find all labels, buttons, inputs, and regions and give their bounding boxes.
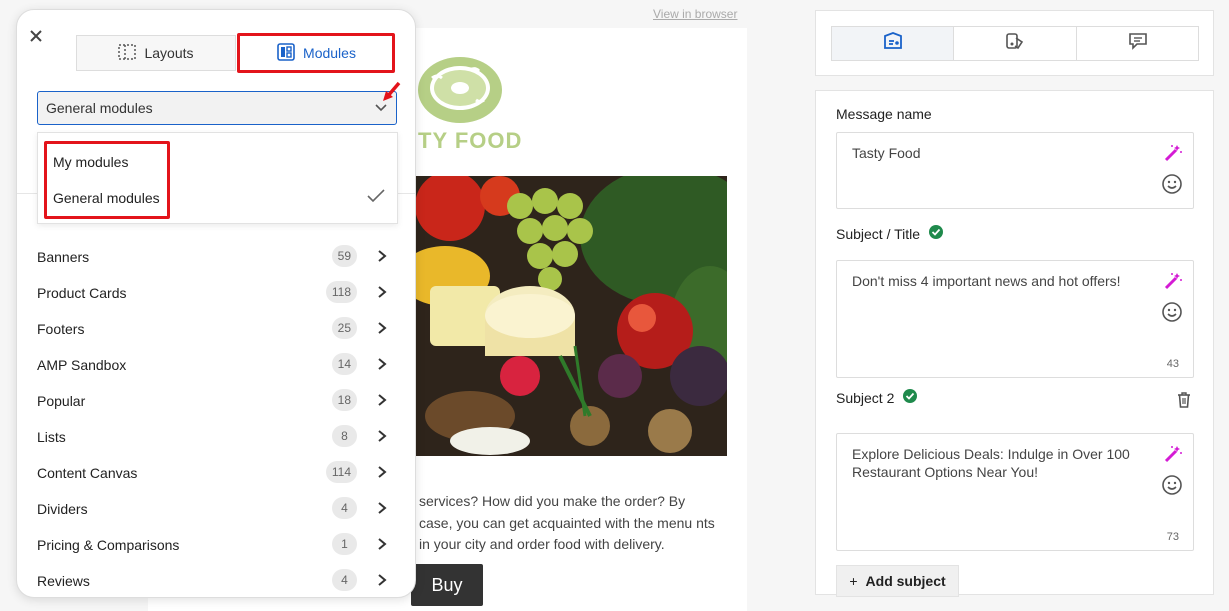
email-body-text: services? How did you make the order? By… [419,493,715,552]
message-name-label: Message name [836,106,932,122]
check-circle-icon [928,224,944,243]
emoji-icon[interactable] [1161,301,1183,323]
layouts-icon [118,43,137,63]
tab-layouts[interactable]: Layouts [76,35,236,71]
emoji-icon[interactable] [1161,173,1183,195]
count-badge: 1 [332,533,357,555]
dropdown-option-general-modules[interactable]: General modules [53,190,160,206]
category-item[interactable]: Footers 25 [37,311,397,347]
close-icon[interactable] [27,27,45,45]
message-card-icon [883,32,903,55]
module-source-select[interactable]: General modules [37,91,397,125]
chevron-right-icon [377,429,387,443]
count-badge: 14 [331,353,357,375]
category-item[interactable]: AMP Sandbox 14 [37,347,397,383]
tab-layouts-label: Layouts [144,45,194,61]
plus-icon: + [849,573,858,589]
highlight-dropdown-options [44,141,170,219]
subject-field[interactable]: Don't miss 4 important news and hot offe… [836,260,1194,378]
add-subject-button[interactable]: + Add subject [836,565,959,597]
count-badge: 59 [331,245,357,267]
category-item[interactable]: Content Canvas 114 [37,455,397,491]
count-badge: 4 [332,569,357,591]
tab-comments[interactable] [1076,26,1199,61]
chevron-right-icon [377,249,387,263]
subject2-value: Explore Delicious Deals: Indulge in Over… [852,446,1130,480]
category-item[interactable]: Banners 59 [37,239,397,275]
dropdown-option-my-modules[interactable]: My modules [53,154,128,170]
modules-panel: Layouts Modules General modules My modul… [16,9,416,598]
check-circle-icon [902,388,918,407]
count-badge: 8 [332,425,357,447]
tag-icon [1005,32,1025,55]
count-badge: 25 [331,317,357,339]
category-item[interactable]: Pricing & Comparisons 1 [37,527,397,563]
chevron-right-icon [377,285,387,299]
chevron-right-icon [377,573,387,587]
email-logo-text: TY FOOD [418,128,523,153]
tab-tags[interactable] [953,26,1077,61]
chevron-right-icon [377,393,387,407]
buy-button[interactable]: Buy [411,564,483,606]
subject2-field[interactable]: Explore Delicious Deals: Indulge in Over… [836,433,1194,551]
count-badge: 18 [331,389,357,411]
module-source-dropdown: My modules General modules [37,132,398,224]
subject-value: Don't miss 4 important news and hot offe… [852,273,1121,289]
message-settings-panel: Message name Tasty Food Subject / Title … [815,90,1214,597]
tab-modules-label: Modules [303,45,356,61]
chevron-right-icon [377,465,387,479]
tab-message-settings[interactable] [831,26,954,61]
count-badge: 114 [325,461,357,483]
message-name-field[interactable]: Tasty Food [836,132,1194,209]
modules-icon [277,42,295,64]
tab-modules[interactable]: Modules [238,35,395,71]
category-item[interactable]: Reviews 4 [37,563,397,597]
comment-icon [1128,32,1148,55]
emoji-icon[interactable] [1161,474,1183,496]
right-panel-tabs [815,10,1214,76]
magic-wand-icon[interactable] [1163,271,1183,291]
chevron-right-icon [377,537,387,551]
food-photo [410,176,727,456]
count-badge: 4 [332,497,357,519]
chevron-right-icon [377,321,387,335]
subject2-char-count: 73 [1166,531,1179,543]
message-name-value: Tasty Food [852,145,921,161]
red-arrow-icon [379,81,403,105]
subject-title-label: Subject / Title [836,224,944,243]
module-source-value: General modules [46,100,153,116]
subject2-label: Subject 2 [836,388,918,407]
category-item[interactable]: Popular 18 [37,383,397,419]
check-icon [367,189,385,203]
magic-wand-icon[interactable] [1163,444,1183,464]
magic-wand-icon[interactable] [1163,143,1183,163]
trash-icon[interactable] [1176,391,1192,409]
category-item[interactable]: Lists 8 [37,419,397,455]
view-in-browser-link[interactable]: View in browser [653,7,737,21]
count-badge: 118 [325,281,357,303]
chevron-right-icon [377,357,387,371]
category-item[interactable]: Dividers 4 [37,491,397,527]
subject-char-count: 43 [1166,358,1179,370]
chevron-right-icon [377,501,387,515]
category-item[interactable]: Product Cards 118 [37,275,397,311]
